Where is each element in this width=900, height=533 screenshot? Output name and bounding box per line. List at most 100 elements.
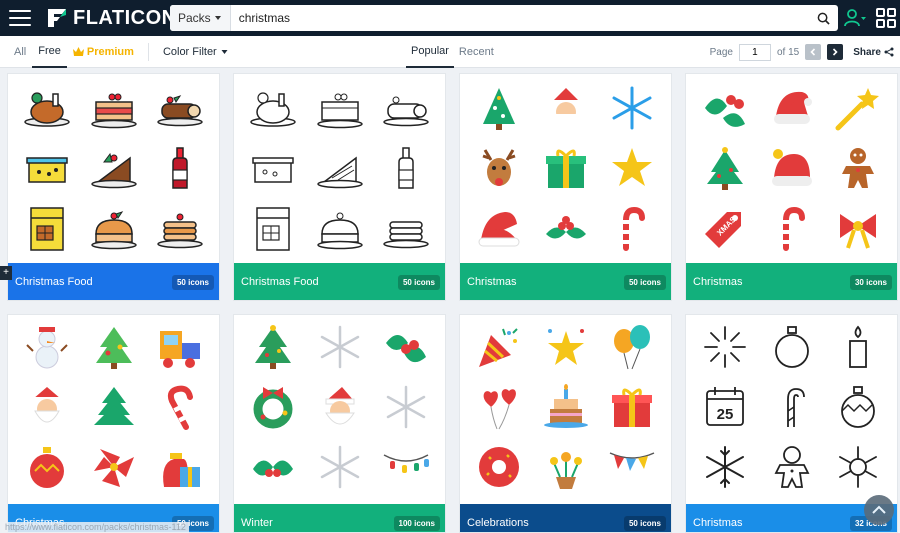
snowman-icon — [26, 327, 68, 369]
pack-icon-grid — [460, 74, 671, 262]
prev-page-button[interactable] — [805, 44, 822, 60]
bow-icon — [840, 214, 876, 249]
pot-icon — [26, 157, 68, 183]
search-bar: Packs — [170, 5, 838, 31]
filter-bar: All Free Premium Color Filter Popular Re… — [0, 36, 900, 68]
filter-free[interactable]: Free — [32, 36, 67, 68]
pack-card-christmas-food[interactable]: Christmas Food 50 icons — [7, 73, 220, 301]
page-number-input[interactable] — [738, 43, 771, 61]
scroll-to-top-button[interactable] — [864, 495, 894, 525]
pack-title: Christmas — [693, 517, 743, 529]
filter-premium[interactable]: Premium — [67, 36, 140, 68]
star-icon — [548, 329, 584, 365]
pack-title: Christmas Food — [15, 276, 93, 288]
pack-card-christmas-3[interactable]: Christmas 50 icons — [7, 314, 220, 533]
candle-icon — [849, 325, 867, 368]
pack-icon-count: 100 icons — [393, 515, 440, 531]
logo-text: FLATICON — [73, 6, 177, 29]
pancakes-icon — [157, 213, 203, 249]
page-total-label: of 15 — [776, 46, 800, 58]
poinsettia-icon — [94, 449, 134, 487]
pack-title: Christmas — [693, 276, 743, 288]
wreath-icon — [253, 387, 293, 429]
pancakes-icon — [383, 221, 429, 249]
pack-title: Winter — [241, 517, 273, 529]
top-bar: FLATICON Packs — [0, 0, 900, 36]
snowflake-icon — [612, 86, 652, 130]
pack-icon-grid — [460, 315, 671, 503]
pie-slice-icon — [317, 156, 363, 189]
pack-icon-grid — [8, 74, 219, 262]
holly-icon — [386, 335, 426, 363]
search-icon — [817, 12, 830, 25]
fireworks-icon — [704, 326, 746, 368]
expand-side-panel-button[interactable]: + — [0, 266, 12, 280]
candy-cane-icon — [787, 388, 805, 427]
pie-slice-icon — [91, 152, 137, 189]
chevron-down-icon — [221, 49, 228, 54]
search-input[interactable] — [230, 5, 808, 31]
pack-icon-grid: 25 — [686, 315, 897, 503]
divider — [147, 42, 149, 61]
pack-card-christmas-2[interactable]: XMAS Christmas 30 icons — [685, 73, 898, 301]
pack-card-christmas-food-lineal[interactable]: Christmas Food 50 icons — [233, 73, 446, 301]
pack-title: Christmas — [467, 276, 517, 288]
user-menu-button[interactable] — [843, 8, 867, 28]
santa-hat-icon — [772, 149, 812, 186]
roast-turkey-icon — [24, 92, 70, 127]
next-page-button[interactable] — [827, 44, 844, 60]
search-category-label: Packs — [178, 11, 211, 25]
wine-bottle-icon — [172, 147, 188, 189]
tab-recent[interactable]: Recent — [454, 36, 499, 68]
snowflake-icon — [386, 385, 426, 429]
pack-card-christmas[interactable]: Christmas 50 icons — [459, 73, 672, 301]
tab-popular[interactable]: Popular — [406, 36, 454, 68]
filter-all[interactable]: All — [8, 36, 32, 68]
chevron-down-icon — [214, 16, 221, 20]
holly-icon — [546, 216, 586, 239]
pack-icon-grid: XMAS — [686, 74, 897, 262]
calendar-day-text: 25 — [717, 406, 734, 423]
apps-grid-icon[interactable] — [876, 8, 896, 28]
holly-icon — [705, 95, 745, 127]
donut-icon — [479, 447, 519, 487]
candy-cane-icon — [783, 206, 805, 251]
santa-hat-icon — [774, 91, 812, 124]
search-button[interactable] — [808, 5, 838, 31]
tab-popular-label: Popular — [411, 45, 449, 57]
pack-title: Christmas Food — [241, 276, 319, 288]
pack-footer: Christmas 50 icons — [460, 263, 671, 300]
flower-pot-icon — [550, 452, 582, 489]
candy-cane-icon — [623, 206, 645, 251]
pack-icon-count: 50 icons — [623, 274, 666, 290]
snowflake-icon — [839, 446, 877, 488]
balloons-icon — [614, 325, 650, 370]
share-button[interactable]: Share — [853, 47, 894, 58]
pudding-icon — [317, 212, 363, 250]
pack-icon-count: 50 icons — [397, 274, 440, 290]
share-label: Share — [853, 46, 881, 58]
pack-footer: Celebrations 50 icons — [460, 504, 671, 532]
search-category-select[interactable]: Packs — [170, 5, 231, 31]
color-filter-label: Color Filter — [162, 45, 217, 58]
gift-box-icon — [612, 388, 652, 427]
bauble-icon — [775, 326, 809, 368]
gingerbread-man-icon — [774, 446, 810, 488]
shooting-star-icon — [835, 88, 879, 131]
bauble-icon — [841, 386, 875, 428]
pack-card-celebrations[interactable]: Celebrations 50 icons — [459, 314, 672, 533]
filter-all-label: All — [14, 45, 27, 58]
pack-icon-count: 30 icons — [849, 274, 892, 290]
christmas-tree-icon — [255, 325, 291, 369]
party-popper-icon — [479, 328, 518, 367]
reindeer-icon — [482, 149, 516, 186]
logo[interactable]: FLATICON — [45, 0, 177, 36]
pack-card-winter[interactable]: Winter 100 icons — [233, 314, 446, 533]
color-filter-dropdown[interactable]: Color Filter — [157, 36, 235, 68]
menu-icon[interactable] — [9, 10, 31, 26]
fridge-icon — [256, 207, 290, 251]
christmas-tree-icon — [707, 147, 743, 190]
status-bar-url: https://www.flaticon.com/packs/christmas… — [2, 522, 189, 533]
chevron-left-icon — [810, 48, 816, 56]
tab-recent-label: Recent — [458, 46, 494, 58]
